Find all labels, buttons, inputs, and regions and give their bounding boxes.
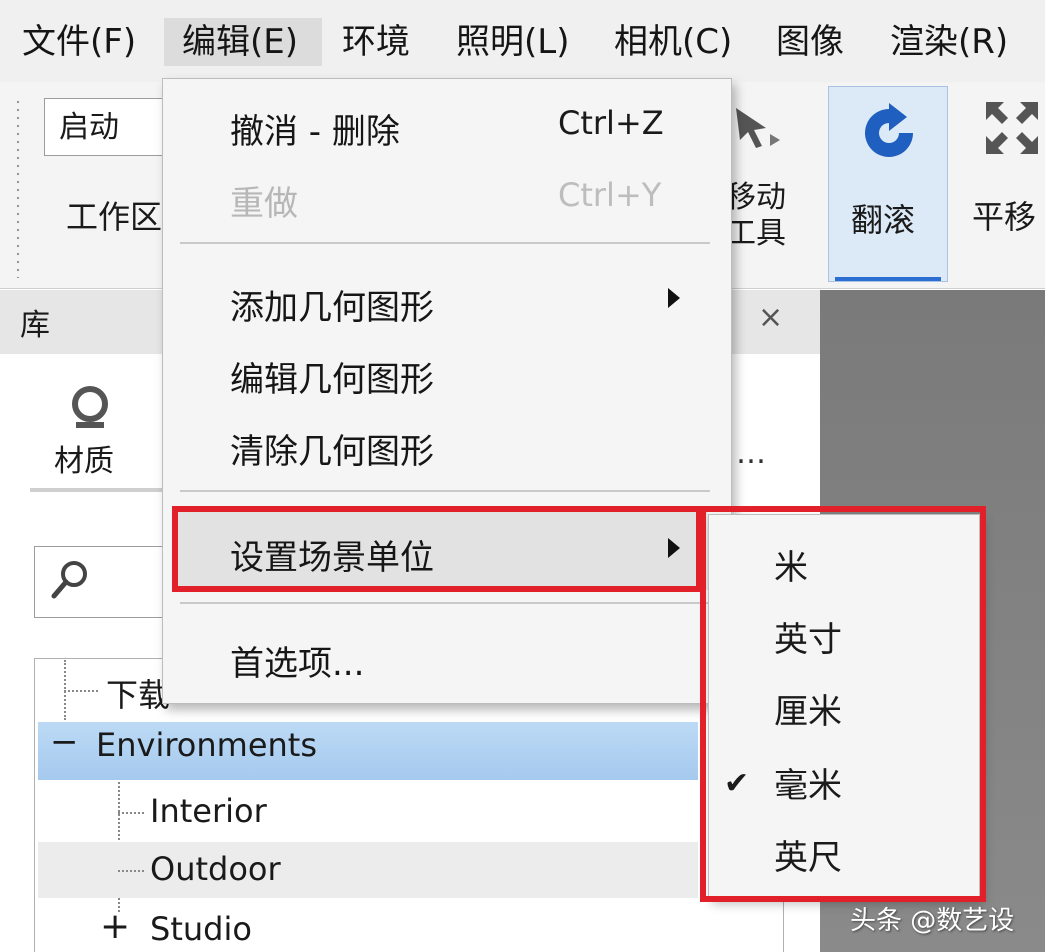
menu-undo[interactable]: 撤消 - 删除 [230,104,400,153]
tumble-button[interactable]: 翻滚 [828,86,948,282]
tumble-icon [865,103,913,157]
tree-item-download[interactable]: 下载 [106,670,170,716]
undo-shortcut: Ctrl+Z [558,104,664,142]
material-icon[interactable] [66,384,114,432]
tree-item-outdoor[interactable]: Outdoor [150,850,281,888]
menu-separator [180,490,710,492]
tree-item-environments[interactable]: Environments [96,726,317,764]
menu-lighting[interactable]: 照明(L) [456,18,569,66]
menu-file[interactable]: 文件(F) [22,18,136,66]
toolbar-grip[interactable] [16,98,20,278]
move-tool-icon[interactable] [726,98,786,158]
tree-line [118,870,144,872]
menu-redo: 重做 [230,184,298,224]
material-tab-label[interactable]: 材质 [54,436,114,480]
submenu-arrow-icon [668,288,680,308]
library-title: 库 [20,308,50,343]
menu-render[interactable]: 渲染(R) [890,18,1008,66]
tree-line [118,812,144,814]
pan-label[interactable]: 平移 [972,192,1036,238]
more-tabs-ellipsis[interactable]: … [736,436,766,471]
menu-separator [180,602,710,604]
tree-line [64,690,98,692]
tree-item-studio[interactable]: Studio [150,910,252,948]
highlight-box-units-submenu [700,506,986,902]
tumble-label: 翻滚 [851,201,916,239]
highlight-box-scene-units [172,506,702,592]
menu-edit[interactable]: 编辑(E) [164,18,322,66]
menu-clear-geometry[interactable]: 清除几何图形 [230,424,434,473]
tree-item-interior[interactable]: Interior [150,792,267,830]
redo-shortcut: Ctrl+Y [558,176,662,214]
tree-collapse-icon[interactable]: − [50,722,79,762]
search-icon [51,561,87,599]
tree-expand-icon[interactable]: + [100,906,130,947]
menu-add-geometry[interactable]: 添加几何图形 [230,280,434,329]
menu-environment[interactable]: 环境 [342,18,410,66]
menu-edit-geometry[interactable]: 编辑几何图形 [230,352,434,401]
menu-separator [180,242,710,244]
menu-camera[interactable]: 相机(C) [614,18,732,66]
menu-preferences[interactable]: 首选项... [230,636,364,685]
library-close-icon[interactable]: × [758,300,783,335]
menu-image[interactable]: 图像 [776,18,844,66]
watermark: 头条 @数艺设 [850,906,1015,936]
pan-icon[interactable] [982,98,1042,158]
workspace-label: 工作区 [66,198,163,236]
move-tool-label[interactable]: 移动 工具 [726,180,786,252]
